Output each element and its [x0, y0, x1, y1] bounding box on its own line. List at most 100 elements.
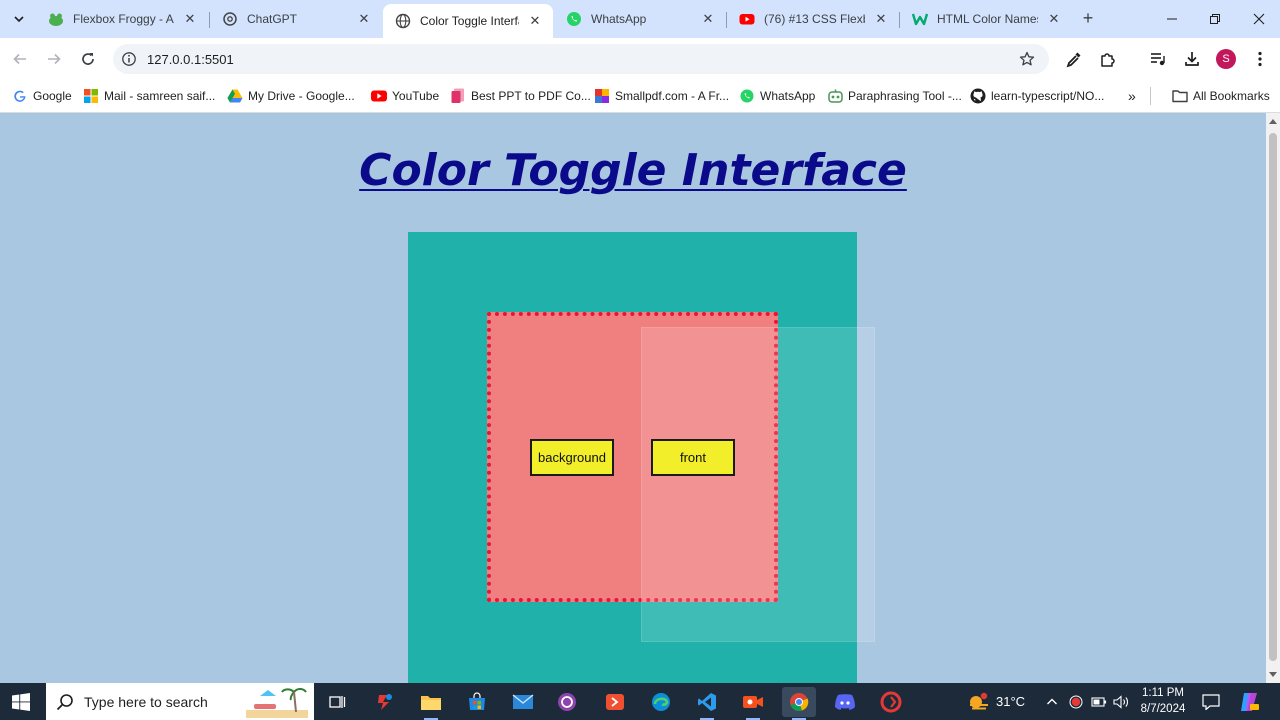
scroll-up-icon[interactable] — [1269, 119, 1277, 124]
tab-chatgpt[interactable]: ChatGPT ✕ — [210, 4, 382, 34]
chevron-down-icon — [14, 16, 24, 23]
all-bookmarks-button[interactable]: All Bookmarks — [1172, 86, 1270, 106]
clock-time: 1:11 PM — [1142, 687, 1184, 699]
bookmark-whatsapp[interactable]: WhatsApp — [739, 86, 815, 106]
reload-button[interactable] — [76, 47, 100, 71]
tab-label: WhatsApp — [591, 12, 647, 26]
scrollbar-thumb[interactable] — [1269, 133, 1277, 661]
address-bar[interactable]: 127.0.0.1:5501 — [113, 44, 1049, 74]
web-page-viewport: Color Toggle Interface background front — [0, 113, 1266, 683]
background-toggle-button[interactable]: background — [530, 439, 614, 476]
close-icon[interactable]: ✕ — [356, 11, 372, 27]
copilot-button[interactable] — [1238, 683, 1260, 720]
minimize-button[interactable] — [1161, 8, 1183, 30]
bookmark-paraphrasing-tool[interactable]: Paraphrasing Tool -... — [827, 86, 962, 106]
new-tab-button[interactable]: + — [1078, 9, 1098, 29]
bookmark-ppt-to-pdf[interactable]: Best PPT to PDF Co... — [450, 86, 591, 106]
notification-icon — [1202, 693, 1220, 710]
scroll-down-icon[interactable] — [1269, 672, 1277, 677]
profile-avatar[interactable]: S — [1216, 49, 1236, 69]
battery-status[interactable] — [1091, 683, 1107, 720]
tab-whatsapp[interactable]: WhatsApp ✕ — [554, 4, 726, 34]
bookmark-star-icon[interactable] — [1019, 51, 1035, 67]
close-window-button[interactable] — [1248, 8, 1270, 30]
close-icon[interactable]: ✕ — [1046, 11, 1062, 27]
weather-widget[interactable]: 31°C — [966, 683, 1025, 720]
taskbar-screen-recorder[interactable] — [736, 687, 770, 720]
bookmark-label: Smallpdf.com - A Fr... — [615, 89, 730, 103]
bookmark-smallpdf[interactable]: Smallpdf.com - A Fr... — [594, 86, 729, 106]
tab-youtube-css-flexbox[interactable]: (76) #13 CSS Flexbox ✕ — [727, 4, 899, 34]
whatsapp-icon — [739, 88, 755, 104]
taskbar-microsoft-store[interactable] — [460, 687, 494, 717]
notifications-button[interactable] — [1202, 683, 1220, 720]
downloads-button[interactable] — [1182, 49, 1202, 69]
bookmark-label: Google — [33, 89, 72, 103]
bookmark-learn-typescript[interactable]: learn-typescript/NO... — [970, 86, 1104, 106]
minimize-icon — [1167, 18, 1177, 20]
browser-menu-button[interactable] — [1250, 49, 1270, 69]
battery-icon — [1091, 696, 1107, 707]
taskbar-chrome[interactable] — [782, 687, 816, 720]
bookmark-youtube[interactable]: YouTube — [371, 86, 439, 106]
bookmark-label: All Bookmarks — [1193, 89, 1270, 103]
edge-browser-icon — [652, 693, 670, 711]
translucent-overlay-panel — [641, 327, 875, 642]
tab-html-color-names[interactable]: HTML Color Names ✕ — [900, 4, 1072, 34]
tab-search-button[interactable] — [8, 8, 30, 30]
tab-flexbox-froggy[interactable]: Flexbox Froggy - A game for learning CSS… — [36, 4, 208, 34]
extensions-button[interactable] — [1098, 49, 1118, 69]
github-icon — [970, 88, 986, 104]
bookmark-label: Paraphrasing Tool -... — [848, 89, 962, 103]
close-icon[interactable]: ✕ — [873, 11, 889, 27]
back-button[interactable] — [8, 47, 32, 71]
restore-button[interactable] — [1204, 8, 1226, 30]
tab-color-toggle-interface[interactable]: Color Toggle Interface ✕ — [383, 4, 553, 38]
restore-icon — [1210, 14, 1220, 24]
plus-icon: + — [1082, 8, 1094, 28]
bookmark-label: learn-typescript/NO... — [991, 89, 1105, 103]
tab-label: Flexbox Froggy - A game for learning CSS… — [73, 12, 174, 26]
record-dot-icon — [1069, 695, 1083, 708]
w3schools-icon — [912, 11, 928, 27]
taskbar-search-box[interactable]: Type here to search — [46, 683, 314, 720]
more-bookmarks-button[interactable]: » — [1128, 86, 1136, 106]
taskbar-recording-app[interactable] — [874, 687, 908, 717]
volume-control[interactable] — [1113, 683, 1131, 720]
close-icon[interactable]: ✕ — [527, 13, 543, 29]
task-view-button[interactable] — [320, 687, 354, 717]
bookmark-my-drive[interactable]: My Drive - Google... — [227, 86, 355, 106]
taskbar-edge[interactable] — [644, 687, 678, 717]
youtube-icon — [371, 88, 387, 104]
bookmark-google[interactable]: Google — [12, 86, 72, 106]
github-desktop-icon — [558, 693, 576, 711]
close-icon[interactable]: ✕ — [182, 11, 198, 27]
close-icon — [1253, 13, 1265, 25]
taskbar-discord[interactable] — [828, 687, 862, 717]
front-toggle-button[interactable]: front — [651, 439, 735, 476]
media-controls-button[interactable] — [1148, 49, 1168, 69]
site-info-icon[interactable] — [121, 51, 137, 67]
bookmark-mail[interactable]: Mail - samreen saif... — [83, 86, 215, 106]
globe-icon — [395, 13, 411, 29]
taskbar-app-script[interactable] — [368, 687, 402, 717]
close-icon[interactable]: ✕ — [700, 11, 716, 27]
recording-indicator[interactable] — [1069, 683, 1083, 720]
taskbar-mail[interactable] — [506, 687, 540, 717]
taskbar-vscode[interactable] — [690, 687, 724, 720]
mail-icon — [512, 694, 534, 709]
taskbar-git-app[interactable] — [598, 687, 632, 717]
taskbar-file-explorer[interactable] — [414, 687, 448, 720]
page-title: Color Toggle Interface — [359, 145, 907, 196]
page-scrollbar[interactable] — [1266, 113, 1280, 683]
show-hidden-icons-button[interactable] — [1046, 683, 1058, 720]
bookmarks-separator — [1150, 87, 1151, 105]
taskbar-github-desktop[interactable] — [550, 687, 584, 717]
eyedropper-extension-button[interactable] — [1064, 49, 1084, 69]
bookmark-label: Best PPT to PDF Co... — [471, 89, 591, 103]
windows-start-icon[interactable] — [12, 693, 30, 711]
url-text[interactable]: 127.0.0.1:5501 — [147, 52, 234, 67]
forward-button[interactable] — [42, 47, 66, 71]
taskbar-clock[interactable]: 1:11 PM 8/7/2024 — [1134, 685, 1192, 717]
ppt-icon — [450, 88, 466, 104]
